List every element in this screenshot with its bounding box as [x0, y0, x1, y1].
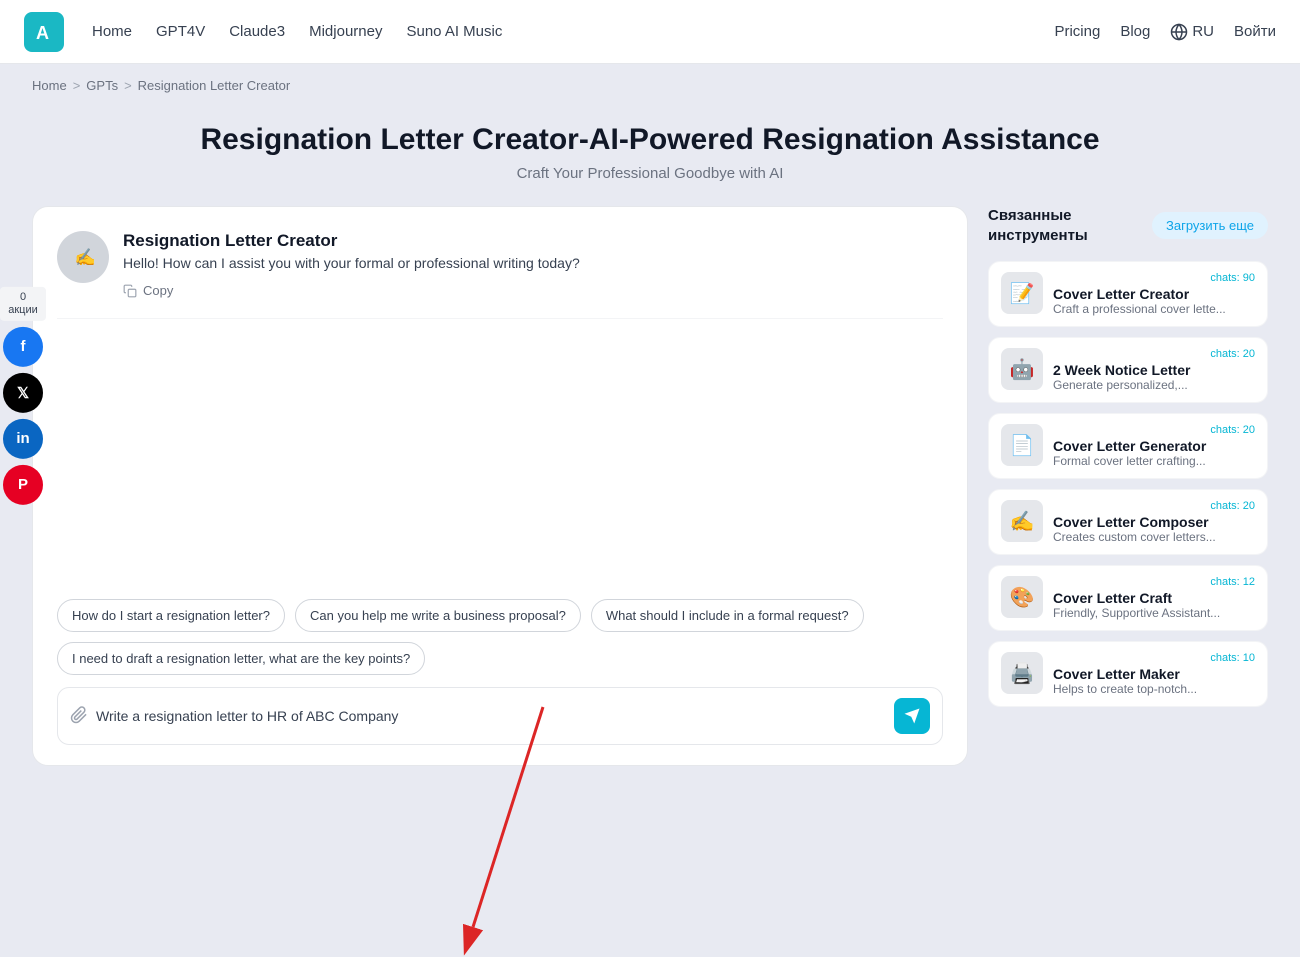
nav-suno[interactable]: Suno AI Music	[406, 23, 502, 40]
sidebar-item-4[interactable]: 🎨 chats: 12 Cover Letter Craft Friendly,…	[988, 565, 1268, 631]
sidebar-item-name-4: Cover Letter Craft	[1053, 590, 1255, 606]
sidebar-item-img-0: 📝	[1001, 272, 1043, 314]
language-switcher[interactable]: RU	[1170, 23, 1214, 41]
breadcrumb: Home > GPTs > Resignation Letter Creator	[0, 64, 1300, 107]
logo-icon: A	[31, 19, 57, 45]
sidebar-item-5[interactable]: 🖨️ chats: 10 Cover Letter Maker Helps to…	[988, 641, 1268, 707]
bot-name: Resignation Letter Creator	[123, 231, 580, 251]
sidebar-header: Связанные инструменты Загрузить еще	[988, 206, 1268, 245]
sidebar-item-content-4: chats: 12 Cover Letter Craft Friendly, S…	[1053, 576, 1255, 620]
attach-icon	[70, 706, 88, 724]
sidebar-item-name-5: Cover Letter Maker	[1053, 666, 1255, 682]
suggestion-chip-3[interactable]: I need to draft a resignation letter, wh…	[57, 642, 425, 675]
page-header: Resignation Letter Creator-AI-Powered Re…	[0, 107, 1300, 206]
facebook-button[interactable]: f	[3, 327, 43, 367]
breadcrumb-sep-2: >	[124, 78, 132, 93]
bot-avatar-icon: ✍	[66, 240, 100, 274]
send-button[interactable]	[894, 698, 930, 734]
chat-header: ✍ Resignation Letter Creator Hello! How …	[57, 231, 943, 319]
sidebar-item-name-0: Cover Letter Creator	[1053, 286, 1255, 302]
sidebar-item-name-1: 2 Week Notice Letter	[1053, 362, 1255, 378]
nav-claude3[interactable]: Claude3	[229, 23, 285, 40]
send-icon	[903, 707, 921, 725]
globe-icon	[1170, 23, 1188, 41]
sidebar: Связанные инструменты Загрузить еще 📝 ch…	[988, 206, 1268, 717]
pinterest-button[interactable]: P	[3, 465, 43, 505]
sidebar-item-desc-2: Formal cover letter crafting...	[1053, 454, 1255, 468]
copy-icon	[123, 284, 137, 298]
suggestion-chip-1[interactable]: Can you help me write a business proposa…	[295, 599, 581, 632]
suggestion-chip-2[interactable]: What should I include in a formal reques…	[591, 599, 864, 632]
breadcrumb-current: Resignation Letter Creator	[138, 78, 290, 93]
sidebar-item-name-2: Cover Letter Generator	[1053, 438, 1255, 454]
sidebar-item-2[interactable]: 📄 chats: 20 Cover Letter Generator Forma…	[988, 413, 1268, 479]
sidebar-item-img-1: 🤖	[1001, 348, 1043, 390]
sidebar-item-name-3: Cover Letter Composer	[1053, 514, 1255, 530]
breadcrumb-sep-1: >	[73, 78, 81, 93]
sidebar-item-desc-1: Generate personalized,...	[1053, 378, 1255, 392]
page-subtitle: Craft Your Professional Goodbye with AI	[32, 165, 1268, 182]
sidebar-item-chats-4: chats: 12	[1053, 576, 1255, 588]
copy-label: Copy	[143, 283, 173, 298]
svg-text:✍: ✍	[75, 248, 96, 267]
social-count: 0 акции	[0, 286, 46, 320]
chat-input-area	[57, 687, 943, 745]
svg-text:A: A	[36, 23, 49, 43]
sidebar-item-0[interactable]: 📝 chats: 90 Cover Letter Creator Craft a…	[988, 261, 1268, 327]
sidebar-item-3[interactable]: ✍️ chats: 20 Cover Letter Composer Creat…	[988, 489, 1268, 555]
logo[interactable]: A	[24, 12, 64, 52]
sidebar-item-content-2: chats: 20 Cover Letter Generator Formal …	[1053, 424, 1255, 468]
nav-home[interactable]: Home	[92, 23, 132, 40]
sidebar-item-1[interactable]: 🤖 chats: 20 2 Week Notice Letter Generat…	[988, 337, 1268, 403]
copy-button[interactable]: Copy	[123, 279, 173, 302]
login-button[interactable]: Войти	[1234, 23, 1276, 40]
nav-gpt4v[interactable]: GPT4V	[156, 23, 205, 40]
sidebar-item-desc-5: Helps to create top-notch...	[1053, 682, 1255, 696]
sidebar-item-content-5: chats: 10 Cover Letter Maker Helps to cr…	[1053, 652, 1255, 696]
chat-input-field[interactable]	[96, 708, 886, 724]
bot-avatar: ✍	[57, 231, 109, 283]
load-more-button[interactable]: Загрузить еще	[1152, 212, 1268, 239]
nav-pricing[interactable]: Pricing	[1054, 23, 1100, 40]
sidebar-items-list: 📝 chats: 90 Cover Letter Creator Craft a…	[988, 261, 1268, 707]
bot-greeting: Hello! How can I assist you with your fo…	[123, 255, 580, 271]
sidebar-item-chats-1: chats: 20	[1053, 348, 1255, 360]
sidebar-item-chats-2: chats: 20	[1053, 424, 1255, 436]
nav-links: Home GPT4V Claude3 Midjourney Suno AI Mu…	[92, 23, 502, 40]
social-bar: 0 акции f 𝕏 in P	[0, 278, 46, 512]
nav-right: Pricing Blog RU Войти	[1054, 23, 1276, 41]
sidebar-item-img-3: ✍️	[1001, 500, 1043, 542]
breadcrumb-gpts[interactable]: GPTs	[86, 78, 118, 93]
sidebar-item-desc-4: Friendly, Supportive Assistant...	[1053, 606, 1255, 620]
chat-panel: ✍ Resignation Letter Creator Hello! How …	[32, 206, 968, 766]
suggestion-chip-0[interactable]: How do I start a resignation letter?	[57, 599, 285, 632]
sidebar-item-chats-3: chats: 20	[1053, 500, 1255, 512]
sidebar-item-img-4: 🎨	[1001, 576, 1043, 618]
sidebar-item-desc-3: Creates custom cover letters...	[1053, 530, 1255, 544]
page-title: Resignation Letter Creator-AI-Powered Re…	[32, 123, 1268, 157]
sidebar-title: Связанные инструменты	[988, 206, 1152, 245]
nav-blog[interactable]: Blog	[1120, 23, 1150, 40]
sidebar-item-chats-0: chats: 90	[1053, 272, 1255, 284]
nav-midjourney[interactable]: Midjourney	[309, 23, 382, 40]
sidebar-item-content-3: chats: 20 Cover Letter Composer Creates …	[1053, 500, 1255, 544]
twitter-button[interactable]: 𝕏	[3, 373, 43, 413]
sidebar-item-img-2: 📄	[1001, 424, 1043, 466]
sidebar-item-img-5: 🖨️	[1001, 652, 1043, 694]
sidebar-item-chats-5: chats: 10	[1053, 652, 1255, 664]
linkedin-button[interactable]: in	[3, 419, 43, 459]
main-content: ✍ Resignation Letter Creator Hello! How …	[0, 206, 1300, 798]
breadcrumb-home[interactable]: Home	[32, 78, 67, 93]
lang-label: RU	[1192, 23, 1214, 40]
suggestions: How do I start a resignation letter? Can…	[57, 599, 943, 675]
sidebar-item-content-1: chats: 20 2 Week Notice Letter Generate …	[1053, 348, 1255, 392]
navbar: A Home GPT4V Claude3 Midjourney Suno AI …	[0, 0, 1300, 64]
chat-info: Resignation Letter Creator Hello! How ca…	[123, 231, 580, 302]
sidebar-item-desc-0: Craft a professional cover lette...	[1053, 302, 1255, 316]
attach-button[interactable]	[70, 706, 88, 727]
sidebar-item-content-0: chats: 90 Cover Letter Creator Craft a p…	[1053, 272, 1255, 316]
